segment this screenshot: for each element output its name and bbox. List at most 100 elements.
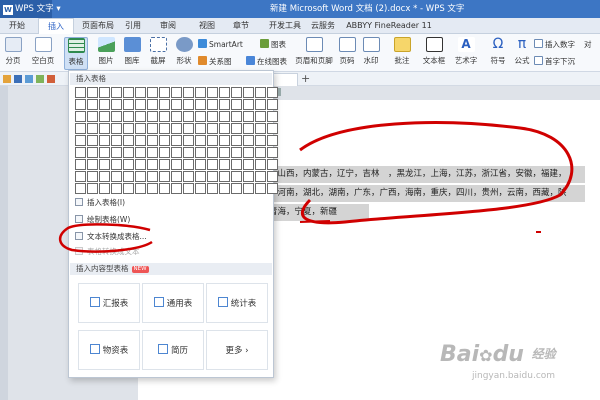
header-footer-button[interactable]: 页眉和页脚 xyxy=(294,37,334,70)
preview-icon[interactable] xyxy=(36,75,44,83)
table-grid-cell[interactable] xyxy=(123,87,134,98)
table-grid-cell[interactable] xyxy=(99,99,110,110)
table-grid-cell[interactable] xyxy=(135,87,146,98)
undo-icon[interactable] xyxy=(47,75,55,83)
table-grid-cell[interactable] xyxy=(267,183,278,194)
table-grid-cell[interactable] xyxy=(123,159,134,170)
table-grid-cell[interactable] xyxy=(207,171,218,182)
page-break-button[interactable]: 分页 xyxy=(2,37,24,70)
menu-text-to-table[interactable]: 文本转换成表格... xyxy=(75,231,147,243)
table-grid-cell[interactable] xyxy=(171,159,182,170)
table-grid-cell[interactable] xyxy=(147,171,158,182)
table-grid-cell[interactable] xyxy=(159,159,170,170)
table-grid-cell[interactable] xyxy=(75,171,86,182)
table-grid-cell[interactable] xyxy=(159,135,170,146)
relation-button[interactable]: 关系图 xyxy=(198,56,232,67)
table-grid-cell[interactable] xyxy=(135,111,146,122)
menu-draw-table[interactable]: 绘制表格(W) xyxy=(75,214,130,226)
table-grid-cell[interactable] xyxy=(255,183,266,194)
table-grid-cell[interactable] xyxy=(231,99,242,110)
table-grid-cell[interactable] xyxy=(123,99,134,110)
table-grid-cell[interactable] xyxy=(195,159,206,170)
table-grid-cell[interactable] xyxy=(195,171,206,182)
table-grid-cell[interactable] xyxy=(267,111,278,122)
table-grid-cell[interactable] xyxy=(135,135,146,146)
table-grid-cell[interactable] xyxy=(219,159,230,170)
table-grid-cell[interactable] xyxy=(123,135,134,146)
table-grid-cell[interactable] xyxy=(195,147,206,158)
table-grid-cell[interactable] xyxy=(111,87,122,98)
textbox-button[interactable]: 文本框 xyxy=(420,37,448,70)
table-grid-cell[interactable] xyxy=(171,87,182,98)
document-text[interactable]: ，山西，内蒙古，辽宁，吉林 ，黑龙江，上海，江苏，浙江省，安徽，福建， ，河南，… xyxy=(265,166,585,223)
tab-sections[interactable]: 章节 xyxy=(230,18,252,34)
table-grid-cell[interactable] xyxy=(219,135,230,146)
tab-home[interactable]: 开始 xyxy=(2,18,32,34)
picture-button[interactable]: 图片 xyxy=(94,37,118,70)
table-grid-cell[interactable] xyxy=(183,123,194,134)
table-grid-cell[interactable] xyxy=(159,87,170,98)
table-grid-cell[interactable] xyxy=(207,135,218,146)
table-grid-cell[interactable] xyxy=(135,123,146,134)
gallery-button[interactable]: 图库 xyxy=(120,37,144,70)
table-grid-cell[interactable] xyxy=(195,183,206,194)
tab-developer[interactable]: 开发工具 xyxy=(266,18,304,34)
table-grid-cell[interactable] xyxy=(267,159,278,170)
table-grid-cell[interactable] xyxy=(231,123,242,134)
table-grid-cell[interactable] xyxy=(111,111,122,122)
table-grid-cell[interactable] xyxy=(75,123,86,134)
table-grid-cell[interactable] xyxy=(75,99,86,110)
table-grid-cell[interactable] xyxy=(243,99,254,110)
table-grid-cell[interactable] xyxy=(243,111,254,122)
table-grid-cell[interactable] xyxy=(171,171,182,182)
table-grid-cell[interactable] xyxy=(75,183,86,194)
table-grid-cell[interactable] xyxy=(219,99,230,110)
table-grid-cell[interactable] xyxy=(171,99,182,110)
text-line[interactable]: ，山西，内蒙古，辽宁，吉林 ，黑龙江，上海，江苏，浙江省，安徽，福建， xyxy=(265,166,585,183)
table-grid-cell[interactable] xyxy=(111,123,122,134)
tab-cloud[interactable]: 云服务 xyxy=(308,18,338,34)
template-report[interactable]: 汇报表 xyxy=(78,283,140,323)
blank-page-button[interactable]: 空白页 xyxy=(28,37,58,70)
table-grid-cell[interactable] xyxy=(111,159,122,170)
table-grid-cell[interactable] xyxy=(243,159,254,170)
table-grid-cell[interactable] xyxy=(195,123,206,134)
table-grid-cell[interactable] xyxy=(159,147,170,158)
table-grid-cell[interactable] xyxy=(207,183,218,194)
table-grid-cell[interactable] xyxy=(87,147,98,158)
table-grid-cell[interactable] xyxy=(183,111,194,122)
folder-icon[interactable] xyxy=(3,75,11,83)
table-grid-cell[interactable] xyxy=(87,87,98,98)
table-grid-cell[interactable] xyxy=(111,147,122,158)
table-button[interactable]: 表格 xyxy=(64,37,88,70)
table-grid-cell[interactable] xyxy=(183,147,194,158)
watermark-button[interactable]: 水印 xyxy=(360,37,382,70)
table-grid-cell[interactable] xyxy=(159,99,170,110)
save-icon[interactable] xyxy=(14,75,22,83)
table-grid-cell[interactable] xyxy=(135,183,146,194)
table-grid-cell[interactable] xyxy=(87,111,98,122)
table-grid-cell[interactable] xyxy=(99,87,110,98)
table-grid-cell[interactable] xyxy=(147,183,158,194)
tab-view[interactable]: 视图 xyxy=(196,18,218,34)
table-size-grid[interactable] xyxy=(75,87,278,194)
template-statistics[interactable]: 统计表 xyxy=(206,283,268,323)
table-grid-cell[interactable] xyxy=(255,171,266,182)
table-grid-cell[interactable] xyxy=(147,123,158,134)
table-grid-cell[interactable] xyxy=(219,123,230,134)
table-grid-cell[interactable] xyxy=(255,99,266,110)
table-grid-cell[interactable] xyxy=(99,183,110,194)
template-general[interactable]: 通用表 xyxy=(142,283,204,323)
table-grid-cell[interactable] xyxy=(243,123,254,134)
table-grid-cell[interactable] xyxy=(159,183,170,194)
table-grid-cell[interactable] xyxy=(207,147,218,158)
wordart-button[interactable]: A 艺术字 xyxy=(452,37,480,70)
table-grid-cell[interactable] xyxy=(87,159,98,170)
table-grid-cell[interactable] xyxy=(87,135,98,146)
table-grid-cell[interactable] xyxy=(135,99,146,110)
table-grid-cell[interactable] xyxy=(99,171,110,182)
table-grid-cell[interactable] xyxy=(255,111,266,122)
online-chart-button[interactable]: 在线图表 xyxy=(246,56,287,67)
table-grid-cell[interactable] xyxy=(219,171,230,182)
table-grid-cell[interactable] xyxy=(99,135,110,146)
